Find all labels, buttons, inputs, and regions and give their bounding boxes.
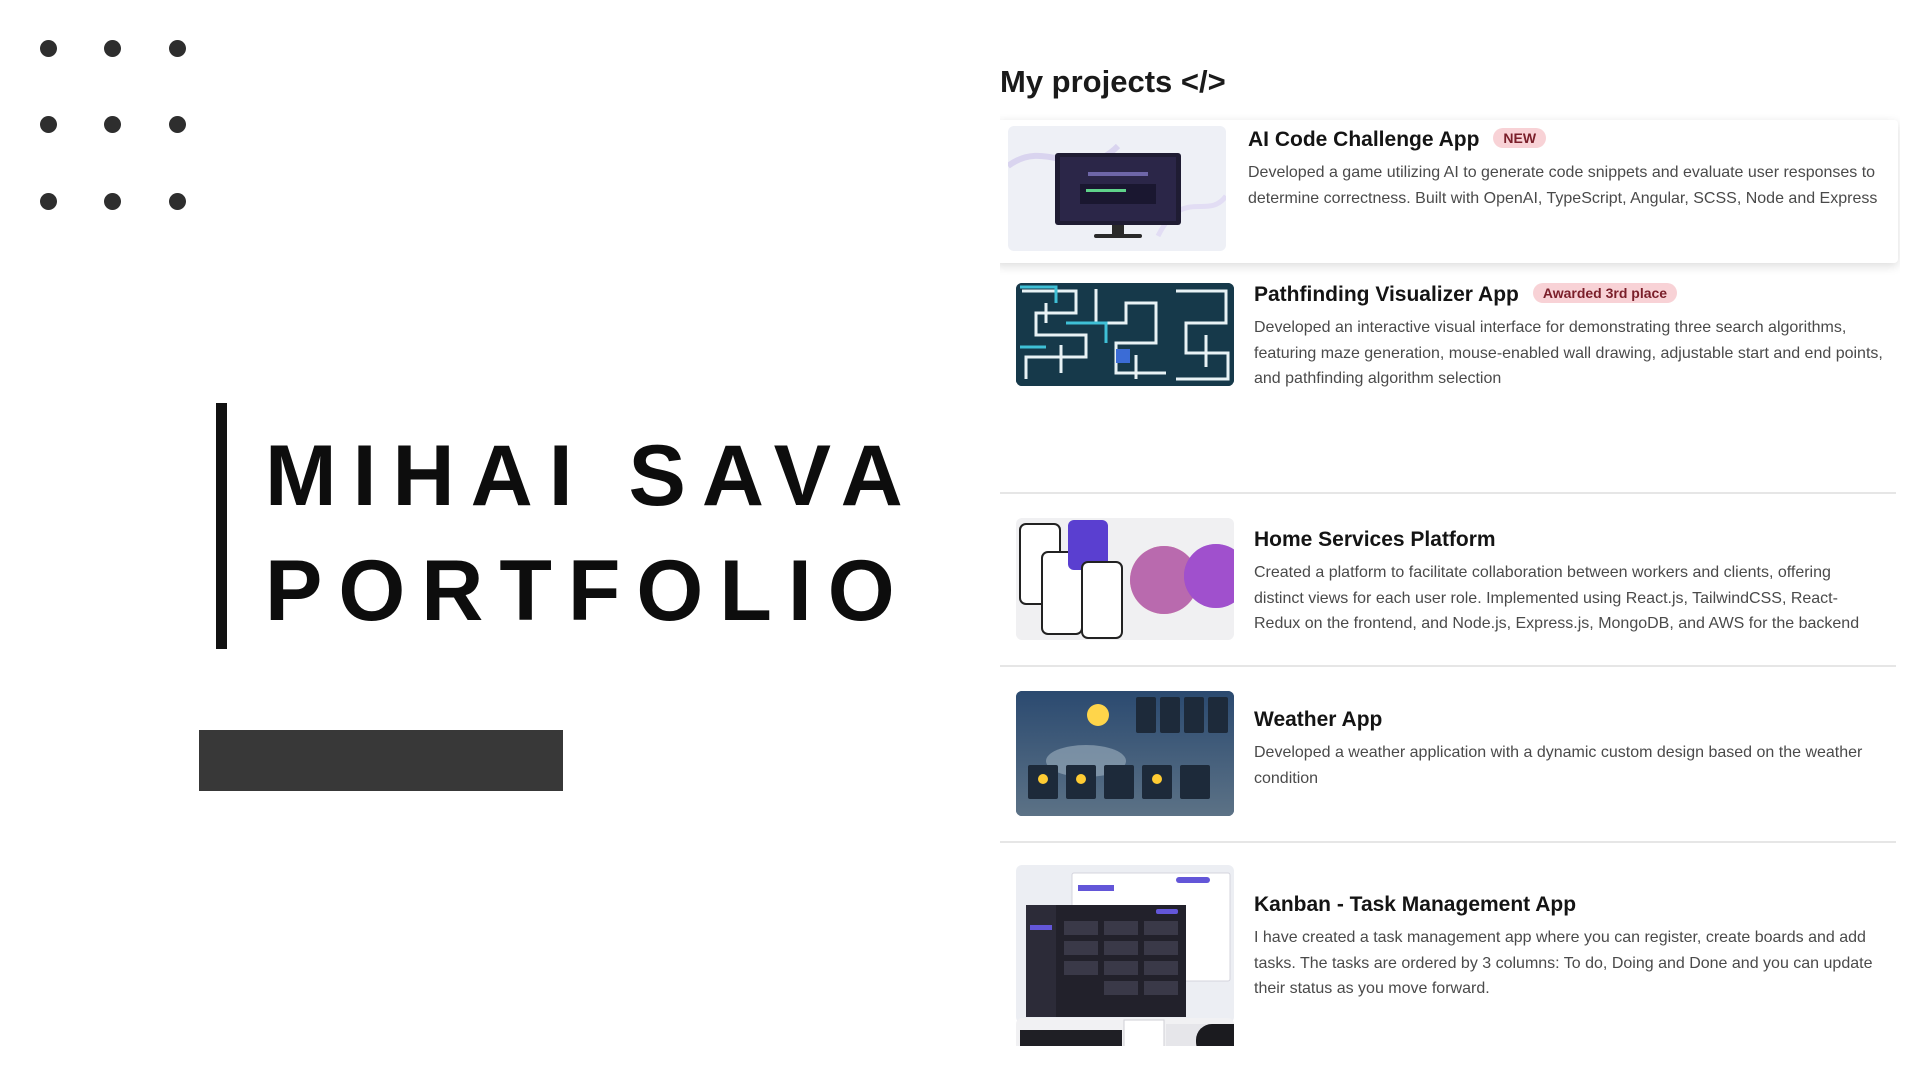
portfolio-title-word: PORTFOLIO — [265, 543, 911, 639]
new-badge: NEW — [1493, 128, 1547, 148]
projects-heading: My projects </> — [1000, 64, 1226, 99]
maze-screenshot-icon — [1016, 283, 1234, 386]
award-badge: Awarded 3rd place — [1532, 283, 1678, 303]
monitor-screenshot-icon — [1008, 126, 1226, 251]
project-description: Created a platform to facilitate collabo… — [1254, 564, 1860, 632]
project-card-pathfinding[interactable]: Pathfinding Visualizer App Awarded 3rd pl… — [1000, 283, 1896, 494]
project-title[interactable]: Home Services Platform — [1254, 528, 1496, 552]
project-card-weather[interactable]: Weather App Developed a weather applicat… — [1000, 665, 1896, 843]
project-description: I have created a task management app whe… — [1254, 929, 1873, 997]
next-project-thumbnail-partial — [1016, 1018, 1234, 1046]
dot-icon — [40, 116, 57, 133]
dot-icon — [169, 40, 186, 57]
project-title-text[interactable]: AI Code Challenge App — [1248, 128, 1479, 151]
project-title[interactable]: AI Code Challenge App NEW — [1248, 128, 1547, 152]
dot-icon — [169, 193, 186, 210]
kanban-screenshot-icon — [1016, 865, 1234, 1023]
title-accent-bar — [216, 403, 227, 649]
project-title[interactable]: Pathfinding Visualizer App Awarded 3rd pl… — [1254, 283, 1678, 307]
project-card-kanban[interactable]: Kanban - Task Management App I have crea… — [1000, 841, 1896, 1046]
phones-screenshot-icon — [1016, 518, 1234, 640]
projects-panel: My projects </> AI Code Challenge App NEW… — [1000, 60, 1900, 1046]
dark-block-decoration — [199, 730, 563, 791]
dot-grid-decoration — [40, 40, 190, 210]
dot-icon — [104, 40, 121, 57]
project-card-home-services[interactable]: Home Services Platform Created a platfor… — [1000, 492, 1896, 667]
weather-screenshot-icon — [1016, 691, 1234, 816]
project-card-ai-code-challenge[interactable]: AI Code Challenge App NEW Developed a gam… — [1000, 120, 1898, 263]
dot-icon — [40, 40, 57, 57]
project-description: Developed a game utilizing AI to generat… — [1248, 164, 1878, 207]
dot-icon — [169, 116, 186, 133]
dot-icon — [104, 116, 121, 133]
dot-icon — [40, 193, 57, 210]
project-description: Developed an interactive visual interfac… — [1254, 319, 1883, 387]
project-title-text[interactable]: Pathfinding Visualizer App — [1254, 283, 1519, 306]
project-title[interactable]: Weather App — [1254, 708, 1382, 732]
dot-icon — [104, 193, 121, 210]
portfolio-title-name: MIHAI SAVA — [265, 428, 919, 524]
project-title[interactable]: Kanban - Task Management App — [1254, 893, 1576, 917]
project-description: Developed a weather application with a d… — [1254, 744, 1863, 787]
